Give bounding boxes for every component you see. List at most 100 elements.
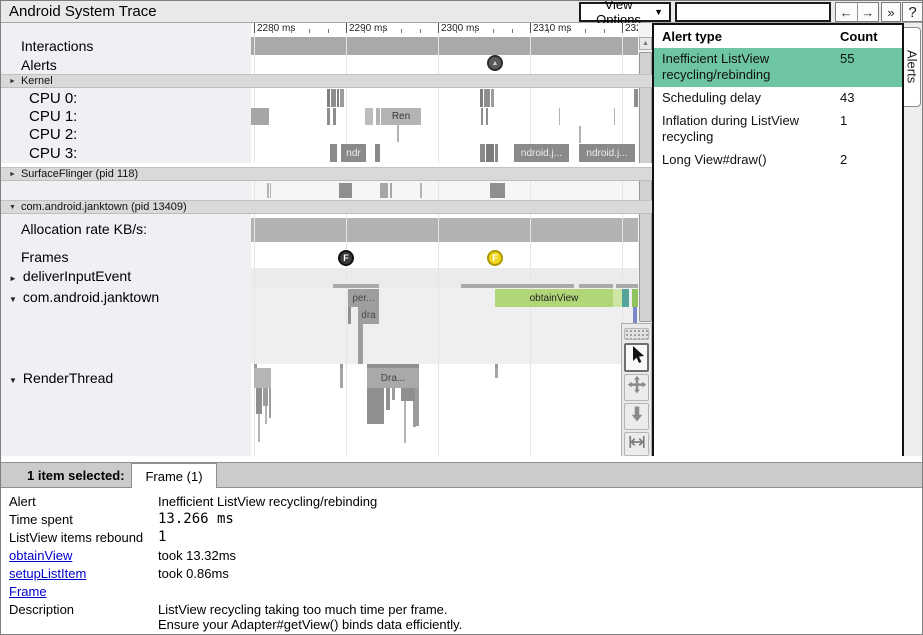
trace-slice[interactable] — [579, 284, 613, 288]
trace-slice[interactable] — [480, 144, 485, 162]
trace-slice[interactable] — [340, 89, 344, 107]
trace-slice[interactable] — [267, 183, 269, 198]
trace-slice[interactable] — [348, 307, 351, 324]
trace-slice[interactable]: ndr — [341, 144, 366, 162]
drag-grip-button[interactable] — [624, 328, 649, 340]
search-input[interactable] — [675, 2, 831, 22]
horizontal-splitter[interactable] — [1, 456, 922, 463]
help-button[interactable]: ? — [902, 2, 923, 22]
find-previous-button[interactable]: ← — [836, 3, 858, 21]
ruler-minor-tick — [383, 29, 384, 33]
trace-slice-label: dra — [361, 310, 375, 321]
sidebar-item-deliverinputevent[interactable]: ►deliverInputEvent — [9, 268, 131, 284]
trace-slice[interactable] — [365, 108, 373, 125]
alert-marker[interactable]: ▲ — [487, 55, 503, 71]
trace-slice[interactable] — [613, 289, 622, 307]
alert-row[interactable]: Inefficient ListView recycling/rebinding… — [654, 48, 902, 87]
timing-tool-button[interactable] — [624, 432, 649, 456]
trace-slice[interactable] — [367, 388, 384, 424]
trace-slice[interactable] — [415, 388, 419, 426]
trace-slice[interactable]: dra — [358, 307, 379, 324]
trace-slice[interactable] — [616, 284, 638, 288]
ruler-minor-tick — [475, 29, 476, 33]
trace-slice[interactable] — [327, 108, 330, 125]
trace-slice[interactable] — [486, 108, 488, 125]
group-header-kernel[interactable]: ►Kernel — [1, 74, 652, 88]
trace-slice[interactable] — [397, 125, 399, 142]
trace-slice[interactable]: ndroid.j... — [514, 144, 569, 162]
trace-slice[interactable] — [256, 388, 262, 414]
zoom-tool-button[interactable] — [624, 403, 649, 430]
trace-slice[interactable]: Dra... — [367, 368, 419, 388]
trace-slice[interactable] — [258, 414, 260, 442]
trace-slice[interactable] — [263, 388, 268, 406]
select-tool-button[interactable] — [624, 343, 649, 372]
trace-slice[interactable] — [480, 89, 483, 107]
track-label: CPU 2: — [29, 126, 77, 143]
trace-slice[interactable]: ndroid.j... — [579, 144, 635, 162]
trace-slice[interactable] — [632, 289, 638, 307]
frame-marker-yellow[interactable]: F — [487, 250, 503, 266]
frame-marker-black[interactable]: F — [338, 250, 354, 266]
selection-details: AlertInefficient ListView recycling/rebi… — [1, 494, 922, 635]
trace-slice[interactable] — [380, 183, 388, 198]
trace-slice[interactable] — [461, 284, 574, 288]
alert-row[interactable]: Long View#draw()2 — [654, 149, 902, 172]
trace-slice[interactable] — [333, 108, 336, 125]
alert-row[interactable]: Inflation during ListView recycling1 — [654, 110, 902, 149]
trace-slice[interactable] — [484, 89, 490, 107]
trace-slice[interactable] — [579, 126, 581, 143]
group-header-surfaceflinger[interactable]: ►SurfaceFlinger (pid 118) — [1, 167, 652, 181]
detail-link-setuplistitem[interactable]: setupListItem — [9, 566, 155, 581]
trace-slice[interactable] — [495, 144, 498, 162]
trace-slice[interactable] — [481, 108, 483, 125]
find-next-button[interactable]: → — [858, 3, 879, 21]
trace-slice[interactable]: obtainView — [495, 289, 613, 307]
trace-slice[interactable] — [614, 108, 615, 125]
trace-slice[interactable] — [330, 144, 337, 162]
trace-slice[interactable] — [269, 388, 271, 418]
scrollbar-thumb[interactable] — [639, 52, 652, 322]
view-options-button[interactable]: View Options ▼ — [579, 2, 671, 22]
trace-slice[interactable] — [327, 89, 330, 107]
trace-slice[interactable] — [333, 284, 379, 288]
sidebar-item-com-android-janktown[interactable]: ▼com.android.janktown — [9, 289, 159, 305]
track-label: CPU 1: — [29, 108, 77, 125]
trace-slice[interactable] — [358, 324, 363, 364]
pan-tool-button[interactable] — [624, 374, 649, 401]
trace-slice[interactable] — [337, 89, 339, 107]
trace-slice[interactable] — [375, 144, 380, 162]
detail-link-frame[interactable]: Frame — [9, 584, 155, 599]
tab-frame[interactable]: Frame (1) — [131, 463, 217, 488]
trace-slice[interactable] — [386, 388, 390, 410]
trace-slice[interactable] — [486, 144, 494, 162]
trace-slice[interactable] — [491, 89, 494, 107]
trace-slice[interactable] — [634, 89, 638, 107]
trace-slice[interactable] — [340, 368, 343, 388]
trace-slice[interactable] — [376, 108, 380, 125]
trace-slice[interactable] — [622, 289, 629, 307]
trace-slice[interactable] — [331, 89, 336, 107]
trace-slice[interactable] — [495, 368, 498, 378]
trace-slice[interactable] — [254, 368, 271, 388]
trace-slice[interactable] — [392, 388, 395, 400]
trace-slice[interactable]: per... — [348, 289, 379, 307]
trace-slice[interactable] — [404, 401, 406, 443]
group-header-comandroidjanktown[interactable]: ▼com.android.janktown (pid 13409) — [1, 200, 652, 214]
scroll-up-button[interactable]: ▲ — [639, 37, 652, 50]
trace-slice[interactable] — [251, 108, 269, 125]
trace-slice[interactable] — [633, 307, 637, 324]
trace-slice[interactable] — [490, 183, 505, 198]
detail-link-obtainview[interactable]: obtainView — [9, 548, 155, 563]
trace-slice[interactable] — [339, 183, 352, 198]
trace-slice[interactable] — [559, 108, 560, 125]
trace-slice[interactable] — [265, 406, 267, 424]
tab-alerts[interactable]: Alerts — [904, 27, 921, 107]
alert-row[interactable]: Scheduling delay43 — [654, 87, 902, 110]
trace-slice[interactable] — [390, 183, 392, 198]
sidebar-item-renderthread[interactable]: ▼RenderThread — [9, 370, 113, 386]
expand-button[interactable]: » — [881, 2, 901, 22]
trace-slice[interactable]: Ren — [381, 108, 421, 125]
trace-slice[interactable] — [270, 183, 271, 198]
trace-slice[interactable] — [420, 183, 422, 198]
